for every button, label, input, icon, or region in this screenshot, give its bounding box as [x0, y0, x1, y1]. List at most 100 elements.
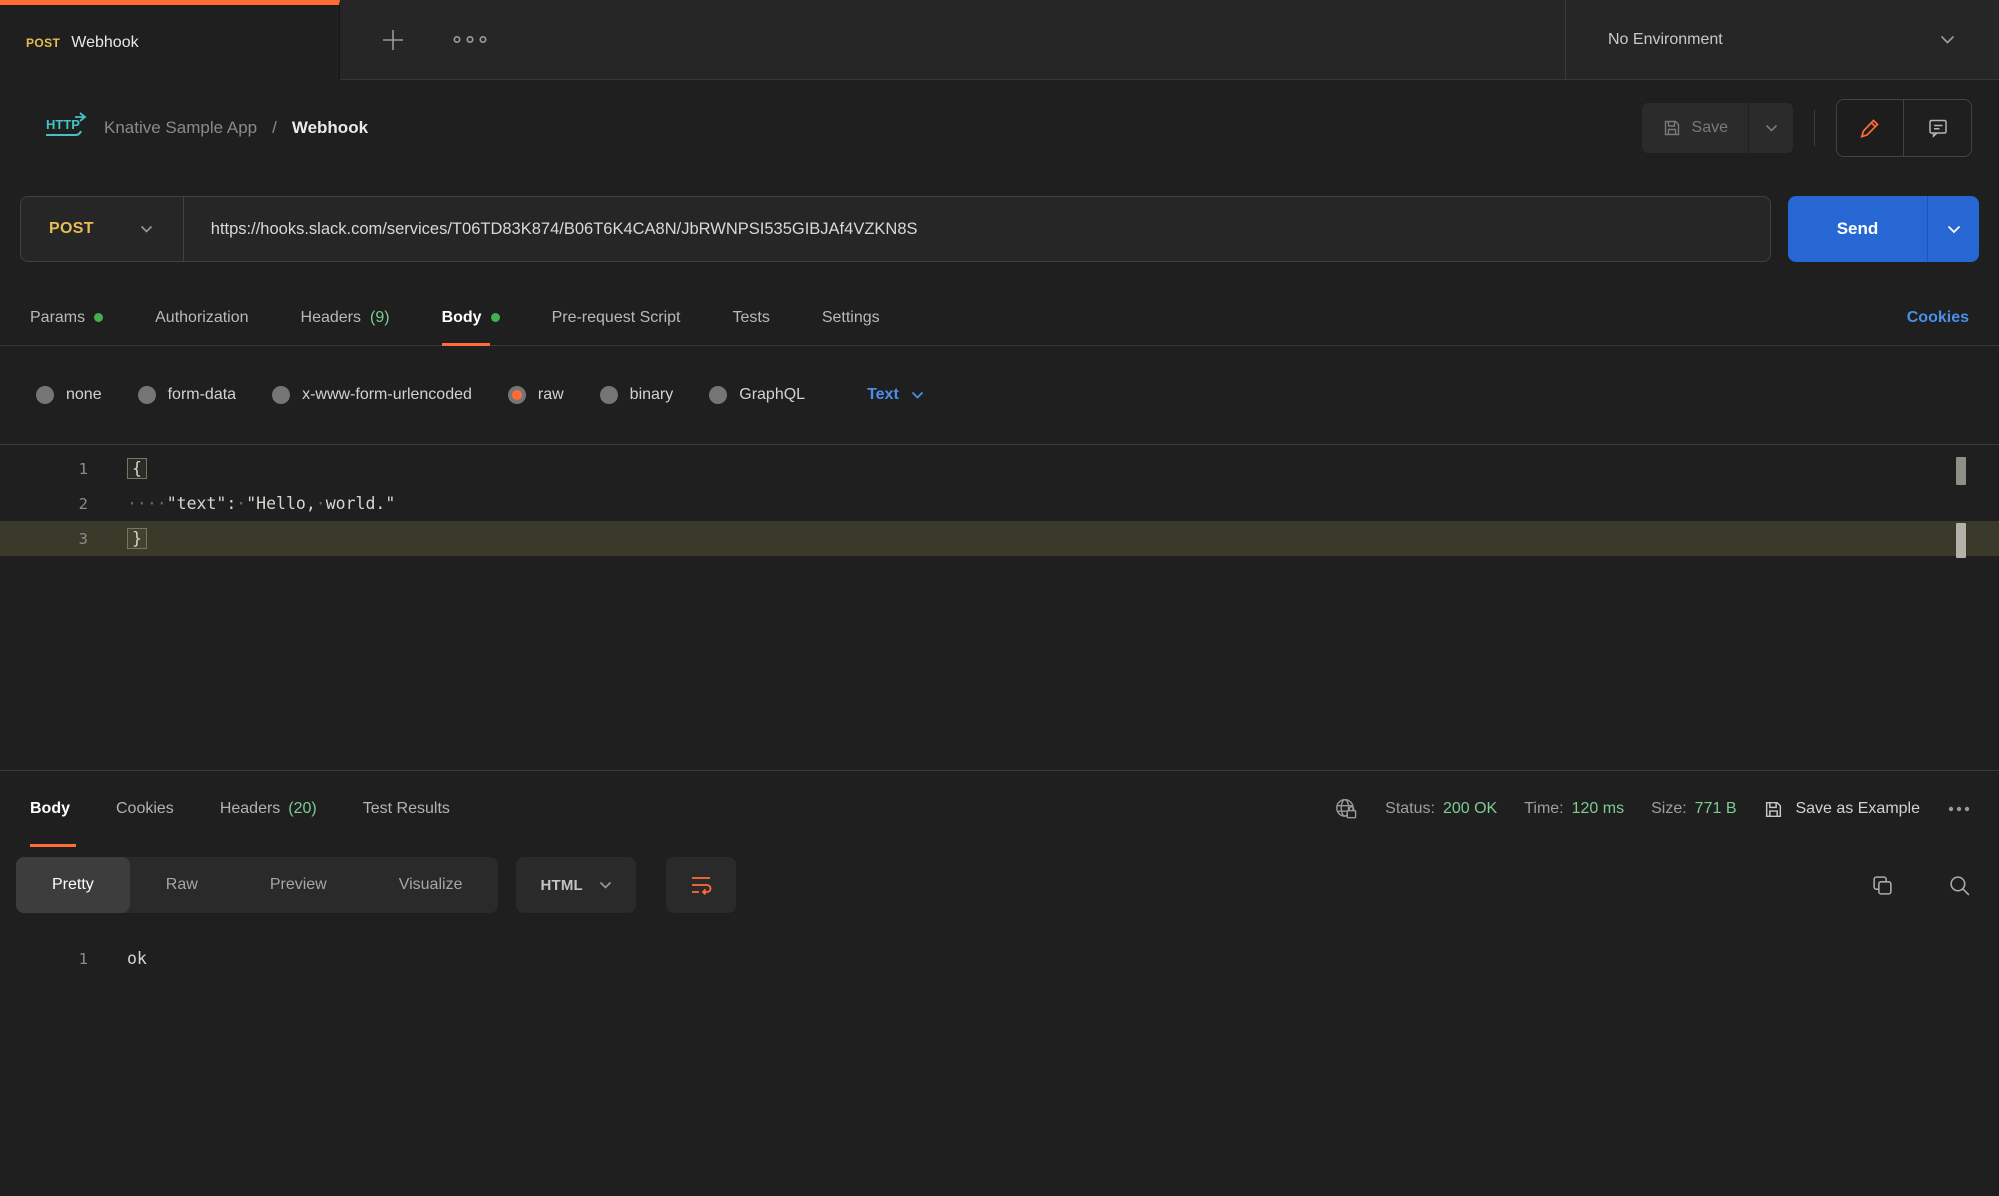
- view-visualize[interactable]: Visualize: [363, 857, 499, 913]
- tab-pre-request-script[interactable]: Pre-request Script: [552, 290, 681, 345]
- request-body-editor[interactable]: 1 { 2 ····"text":·"Hello,·world." 3 }: [0, 445, 1999, 770]
- request-tabs: Params Authorization Headers (9) Body Pr…: [0, 290, 1999, 346]
- comments-icon[interactable]: [1904, 100, 1971, 156]
- editor-line-2: 2 ····"text":·"Hello,·world.": [0, 486, 1999, 521]
- response-tab-body[interactable]: Body: [30, 771, 70, 847]
- breadcrumb-request-name[interactable]: Webhook: [292, 118, 368, 138]
- size-badge: Size: 771 B: [1651, 800, 1736, 818]
- tab-settings[interactable]: Settings: [822, 290, 880, 345]
- edit-pencil-icon[interactable]: [1837, 100, 1904, 156]
- method-dropdown[interactable]: POST: [21, 197, 183, 261]
- chevron-down-icon: [911, 391, 924, 400]
- response-tab-headers-label: Headers: [220, 800, 280, 818]
- params-dot-indicator: [94, 313, 103, 322]
- response-tab-headers[interactable]: Headers (20): [220, 771, 317, 847]
- view-pretty[interactable]: Pretty: [16, 857, 130, 913]
- body-type-none-label: none: [66, 386, 102, 404]
- save-disk-icon: [1662, 118, 1682, 138]
- overview-ruler-mark: [1956, 457, 1966, 485]
- search-response-icon[interactable]: [1948, 874, 1971, 897]
- response-format-dropdown[interactable]: HTML: [516, 857, 635, 913]
- save-button[interactable]: Save: [1642, 103, 1748, 153]
- breadcrumb-collection[interactable]: Knative Sample App: [104, 118, 257, 138]
- tab-body[interactable]: Body: [442, 290, 500, 345]
- environment-label: No Environment: [1608, 31, 1723, 49]
- tab-body-label: Body: [442, 309, 482, 327]
- tab-authorization[interactable]: Authorization: [155, 290, 248, 345]
- size-value: 771 B: [1695, 800, 1737, 818]
- wrap-lines-icon[interactable]: [666, 857, 736, 913]
- response-toolbar: Pretty Raw Preview Visualize HTML: [0, 857, 1999, 913]
- response-tab-cookies[interactable]: Cookies: [116, 771, 174, 847]
- response-format-label: HTML: [540, 877, 582, 894]
- tab-headers-label: Headers: [301, 309, 361, 327]
- save-options-chevron-icon[interactable]: [1749, 103, 1793, 153]
- tab-more-options-icon[interactable]: [452, 34, 488, 45]
- chevron-down-icon: [140, 225, 153, 234]
- response-section: Body Cookies Headers (20) Test Results: [0, 770, 1999, 1196]
- tab-pre-request-script-label: Pre-request Script: [552, 309, 681, 327]
- radio-graphql-icon: [709, 386, 727, 404]
- active-tab-underline: [442, 343, 490, 346]
- body-type-none[interactable]: none: [36, 386, 102, 404]
- response-body-viewer[interactable]: 1 ok: [0, 913, 1999, 976]
- cookies-link[interactable]: Cookies: [1907, 309, 1969, 327]
- response-toolbar-right: [1871, 874, 1971, 897]
- new-tab-plus-icon[interactable]: [380, 27, 406, 53]
- request-tab[interactable]: POST Webhook: [0, 0, 340, 80]
- response-tab-body-label: Body: [30, 800, 70, 818]
- response-more-options-icon[interactable]: [1947, 805, 1971, 813]
- body-type-form-data[interactable]: form-data: [138, 386, 236, 404]
- copy-response-icon[interactable]: [1871, 874, 1894, 897]
- line-number: 3: [0, 530, 88, 548]
- overview-ruler-mark: [1956, 523, 1966, 558]
- header-separator: [1814, 110, 1815, 146]
- body-type-graphql[interactable]: GraphQL: [709, 386, 805, 404]
- status-value: 200 OK: [1443, 800, 1497, 818]
- tab-bar: POST Webhook No Environment: [0, 0, 1999, 80]
- open-brace: {: [127, 458, 147, 479]
- environment-selector[interactable]: No Environment: [1565, 0, 1999, 80]
- view-preview[interactable]: Preview: [234, 857, 363, 913]
- active-tab-underline: [30, 844, 76, 847]
- time-badge: Time: 120 ms: [1524, 800, 1624, 818]
- globe-lock-icon[interactable]: [1334, 797, 1358, 821]
- body-type-urlencoded[interactable]: x-www-form-urlencoded: [272, 386, 472, 404]
- tab-params-label: Params: [30, 309, 85, 327]
- status-label: Status:: [1385, 800, 1435, 818]
- radio-form-data-icon: [138, 386, 156, 404]
- save-as-example-button[interactable]: Save as Example: [1763, 799, 1920, 820]
- save-as-example-label: Save as Example: [1795, 800, 1920, 818]
- editor-line-1: 1 {: [0, 451, 1999, 486]
- body-type-raw[interactable]: raw: [508, 386, 564, 404]
- url-input[interactable]: https://hooks.slack.com/services/T06TD83…: [184, 220, 918, 239]
- response-meta: Status: 200 OK Time: 120 ms Size: 771 B …: [1334, 797, 1971, 821]
- tab-tests[interactable]: Tests: [733, 290, 770, 345]
- response-view-switcher: Pretty Raw Preview Visualize: [16, 857, 498, 913]
- body-type-binary[interactable]: binary: [600, 386, 674, 404]
- radio-raw-selected-icon: [508, 386, 526, 404]
- view-raw[interactable]: Raw: [130, 857, 234, 913]
- request-url-row: POST https://hooks.slack.com/services/T0…: [0, 196, 1999, 262]
- response-tab-cookies-label: Cookies: [116, 800, 174, 818]
- tab-headers[interactable]: Headers (9): [301, 290, 390, 345]
- time-value: 120 ms: [1572, 800, 1624, 818]
- send-button[interactable]: Send: [1788, 196, 1927, 262]
- body-type-urlencoded-label: x-www-form-urlencoded: [302, 386, 472, 404]
- line-number: 2: [0, 495, 88, 513]
- response-tab-test-results[interactable]: Test Results: [363, 771, 450, 847]
- send-options-chevron-icon[interactable]: [1927, 196, 1979, 262]
- tab-params[interactable]: Params: [30, 290, 103, 345]
- raw-format-dropdown[interactable]: Text: [867, 386, 924, 404]
- raw-format-label: Text: [867, 386, 899, 404]
- radio-binary-icon: [600, 386, 618, 404]
- body-type-form-data-label: form-data: [168, 386, 236, 404]
- headers-count: (9): [370, 309, 390, 327]
- response-header: Body Cookies Headers (20) Test Results: [0, 771, 1999, 847]
- chevron-down-icon: [1940, 35, 1955, 45]
- tab-tests-label: Tests: [733, 309, 770, 327]
- response-text: ok: [127, 949, 147, 968]
- response-line-1: 1 ok: [0, 941, 1999, 976]
- response-tab-test-results-label: Test Results: [363, 800, 450, 818]
- http-request-icon: HTTP: [45, 112, 89, 144]
